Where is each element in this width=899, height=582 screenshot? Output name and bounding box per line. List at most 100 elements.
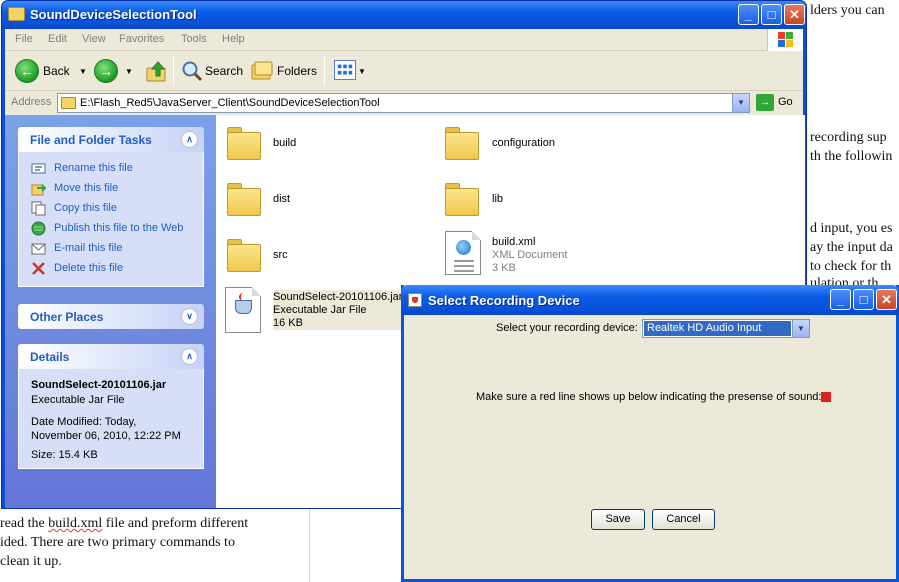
- file-soundselect-jar[interactable]: SoundSelect-20101106.jar Executable Jar …: [225, 287, 410, 335]
- details-modified: Date Modified: Today,: [31, 416, 136, 428]
- task-email[interactable]: E-mail this file: [19, 238, 203, 258]
- minimize-button[interactable]: _: [830, 289, 851, 310]
- up-folder-icon[interactable]: [145, 59, 169, 83]
- task-rename[interactable]: Rename this file: [19, 158, 203, 178]
- rename-icon: [31, 161, 46, 176]
- folder-icon: [225, 124, 263, 162]
- save-button[interactable]: Save: [591, 509, 645, 530]
- chevron-down-icon[interactable]: ▼: [792, 320, 809, 337]
- task-delete[interactable]: Delete this file: [19, 258, 203, 278]
- collapse-icon[interactable]: ∧: [181, 131, 198, 148]
- other-places-panel: Other Places ∨: [18, 304, 204, 329]
- doc-text-line: ay the input da: [810, 240, 893, 256]
- close-button[interactable]: ✕: [876, 289, 897, 310]
- toolbar-separator: [173, 56, 174, 86]
- copy-icon: [31, 201, 46, 216]
- toolbar-separator: [324, 56, 325, 86]
- windows-logo: [767, 29, 803, 51]
- email-icon: [31, 241, 46, 256]
- back-arrow-icon[interactable]: ←: [15, 59, 39, 83]
- menu-bar: File Edit View Favorites Tools Help: [5, 29, 803, 51]
- details-modified-date: November 06, 2010, 12:22 PM: [31, 430, 181, 442]
- folder-icon: [225, 180, 263, 218]
- panel-header[interactable]: File and Folder Tasks ∧: [18, 127, 204, 152]
- address-input[interactable]: E:\Flash_Red5\JavaServer_Client\SoundDev…: [57, 93, 750, 113]
- doc-text-line: recording sup: [810, 130, 887, 146]
- sound-level-indicator: [821, 392, 831, 402]
- menu-help[interactable]: Help: [222, 33, 245, 45]
- expand-icon[interactable]: ∨: [181, 308, 198, 325]
- panel-title: File and Folder Tasks: [30, 133, 152, 147]
- folder-icon: [225, 236, 263, 274]
- explorer-titlebar[interactable]: SoundDeviceSelectionTool _ □ ✕: [2, 1, 806, 29]
- minimize-button[interactable]: _: [738, 4, 759, 25]
- chevron-down-icon[interactable]: ▼: [79, 67, 87, 76]
- doc-text-line: read the build.xml file and preform diff…: [0, 516, 248, 532]
- forward-arrow-icon[interactable]: →: [94, 59, 118, 83]
- menu-edit[interactable]: Edit: [48, 33, 67, 45]
- menu-tools[interactable]: Tools: [181, 33, 207, 45]
- go-arrow-icon[interactable]: →: [756, 94, 774, 111]
- folders-icon[interactable]: [251, 60, 273, 80]
- spellcheck-word: build.xml: [48, 516, 102, 531]
- file-folder-tasks-panel: File and Folder Tasks ∧ Rename this file…: [18, 127, 204, 287]
- folder-icon: [443, 180, 481, 218]
- task-copy[interactable]: Copy this file: [19, 198, 203, 218]
- panel-header[interactable]: Details ∧: [18, 344, 204, 369]
- folder-lib[interactable]: lib: [443, 180, 643, 220]
- folder-icon: [61, 97, 76, 109]
- doc-text-line: to check for th: [810, 259, 891, 275]
- windows-flag-icon: [778, 32, 794, 48]
- close-button[interactable]: ✕: [784, 4, 805, 25]
- maximize-button[interactable]: □: [761, 4, 782, 25]
- chevron-down-icon[interactable]: ▼: [125, 67, 133, 76]
- task-publish[interactable]: Publish this file to the Web: [19, 218, 203, 238]
- xml-document-icon: [445, 231, 481, 275]
- recording-device-select[interactable]: Realtek HD Audio Input ▼: [642, 319, 810, 338]
- menu-view[interactable]: View: [82, 33, 106, 45]
- file-build-xml[interactable]: build.xml XML Document 3 KB: [445, 231, 645, 279]
- search-icon[interactable]: [180, 59, 204, 83]
- chevron-down-icon[interactable]: ▼: [358, 67, 366, 76]
- jar-file-icon: [225, 287, 261, 333]
- doc-text-line: clean it up.: [0, 554, 62, 570]
- address-path[interactable]: E:\Flash_Red5\JavaServer_Client\SoundDev…: [80, 97, 380, 109]
- panel-title: Details: [30, 350, 69, 364]
- folder-icon: [8, 7, 25, 21]
- doc-text-line: lders you can: [810, 3, 885, 19]
- chevron-down-icon[interactable]: ▼: [732, 94, 749, 112]
- dialog-title: Select Recording Device: [428, 293, 580, 308]
- task-move[interactable]: Move this file: [19, 178, 203, 198]
- panel-header[interactable]: Other Places ∨: [18, 304, 204, 329]
- folder-build[interactable]: build: [225, 124, 425, 164]
- menu-file[interactable]: File: [15, 33, 33, 45]
- select-recording-device-dialog: Select Recording Device _ □ ✕ Select you…: [401, 285, 899, 582]
- details-panel: Details ∧ SoundSelect-20101106.jar Execu…: [18, 344, 204, 469]
- maximize-button[interactable]: □: [853, 289, 874, 310]
- folders-button[interactable]: Folders: [277, 64, 317, 78]
- search-button[interactable]: Search: [205, 64, 243, 78]
- details-size: Size: 15.4 KB: [31, 449, 98, 461]
- views-icon[interactable]: [334, 60, 356, 80]
- java-icon: [408, 293, 422, 307]
- panel-title: Other Places: [30, 310, 103, 324]
- go-button[interactable]: Go: [778, 96, 793, 108]
- delete-icon: [31, 261, 46, 276]
- folder-src[interactable]: src: [225, 236, 425, 276]
- panel-body: SoundSelect-20101106.jar Executable Jar …: [18, 369, 204, 469]
- folder-dist[interactable]: dist: [225, 180, 425, 220]
- cancel-button[interactable]: Cancel: [652, 509, 715, 530]
- back-button[interactable]: Back: [43, 64, 70, 78]
- panel-body: Rename this file Move this file Copy thi…: [18, 152, 204, 287]
- selected-device[interactable]: Realtek HD Audio Input: [644, 321, 791, 336]
- device-prompt-label: Select your recording device:: [496, 322, 638, 334]
- doc-text-line: d input, you es: [810, 221, 892, 237]
- publish-icon: [31, 221, 46, 236]
- folder-configuration[interactable]: configuration: [443, 124, 643, 164]
- menu-favorites[interactable]: Favorites: [119, 33, 164, 45]
- dialog-titlebar[interactable]: Select Recording Device _ □ ✕: [401, 285, 899, 315]
- folder-icon: [443, 124, 481, 162]
- sound-check-note: Make sure a red line shows up below indi…: [476, 391, 822, 403]
- collapse-icon[interactable]: ∧: [181, 348, 198, 365]
- details-file-type: Executable Jar File: [31, 394, 125, 406]
